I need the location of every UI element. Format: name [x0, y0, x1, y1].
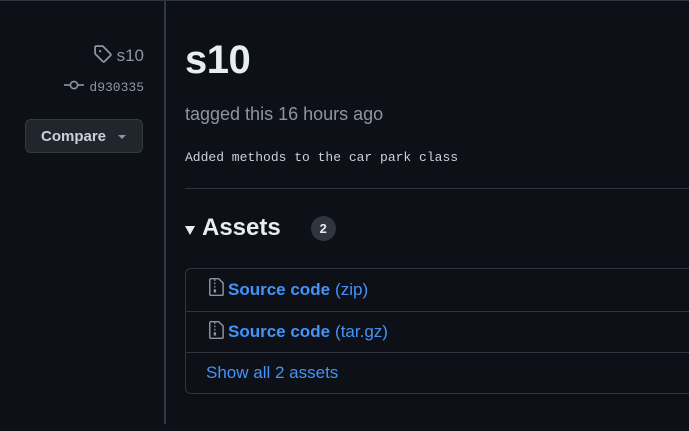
tag-name: s10	[116, 46, 144, 65]
asset-name[interactable]: Source code	[228, 322, 330, 342]
asset-ext[interactable]: (tar.gz)	[335, 322, 388, 342]
tag-link[interactable]: s10	[93, 44, 144, 68]
commit-link[interactable]: d930335	[64, 78, 144, 96]
compare-label: Compare	[41, 127, 107, 145]
tagged-timestamp: tagged this 16 hours ago	[185, 104, 384, 124]
asset-row-targz[interactable]: Source code (tar.gz)	[186, 311, 689, 352]
notes-divider	[185, 188, 689, 189]
asset-name[interactable]: Source code	[228, 280, 330, 300]
assets-heading: Assets	[202, 214, 281, 241]
release-notes: Added methods to the car park class	[185, 150, 459, 165]
assets-toggle[interactable]: Assets 2	[185, 214, 336, 242]
compare-button[interactable]: Compare	[25, 119, 143, 153]
file-zip-icon	[208, 277, 228, 302]
asset-row-zip[interactable]: Source code (zip)	[186, 269, 689, 310]
release-sidebar: s10 d930335 Compare	[0, 0, 164, 431]
assets-list: Source code (zip) Source code (tar.gz) S…	[185, 268, 689, 394]
assets-count-badge: 2	[310, 215, 336, 241]
release-page: s10 d930335 Compare s10 tagged this 16 h…	[0, 0, 689, 431]
sidebar-divider	[164, 0, 166, 424]
triangle-down-icon	[185, 225, 195, 235]
release-main: s10 tagged this 16 hours ago Added metho…	[185, 0, 689, 431]
show-all-assets-link[interactable]: Show all 2 assets	[206, 363, 338, 383]
show-all-assets-row: Show all 2 assets	[186, 352, 689, 393]
git-commit-icon	[64, 78, 85, 96]
asset-ext[interactable]: (zip)	[335, 280, 368, 300]
commit-sha: d930335	[89, 79, 144, 95]
tag-icon	[93, 44, 112, 68]
release-title[interactable]: s10	[185, 38, 251, 83]
caret-down-icon	[118, 135, 126, 139]
file-zip-icon	[208, 320, 228, 345]
